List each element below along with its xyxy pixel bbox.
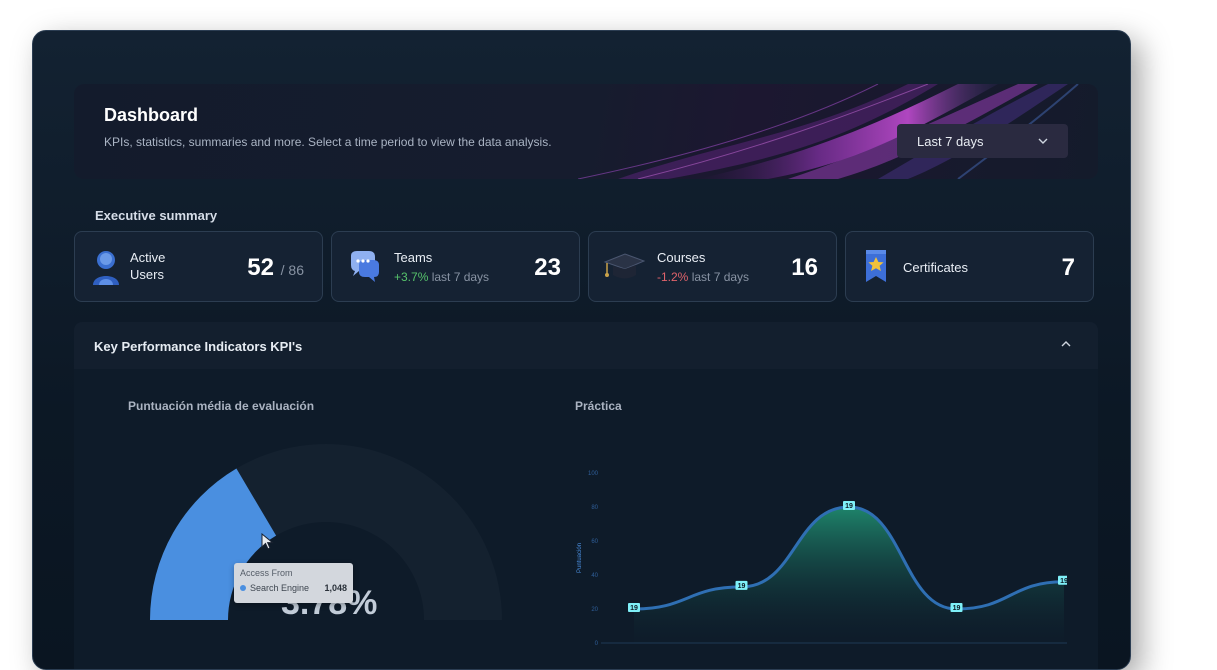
data-label: 19 bbox=[845, 503, 853, 510]
y-tick-label: 0 bbox=[595, 641, 599, 646]
chat-icon bbox=[351, 251, 379, 282]
courses-value: 16 bbox=[791, 254, 818, 281]
courses-name: Courses bbox=[657, 250, 706, 265]
period-select-value: Last 7 days bbox=[917, 133, 984, 149]
teams-delta: +3.7% last 7 days bbox=[394, 270, 490, 284]
kpi-panel-header[interactable]: Key Performance Indicators KPI's bbox=[74, 322, 1098, 369]
teams-value: 23 bbox=[534, 254, 561, 281]
active-users-card[interactable]: Active Users 52 / 86 bbox=[74, 231, 323, 302]
y-tick-label: 40 bbox=[591, 573, 598, 579]
teams-name: Teams bbox=[394, 250, 433, 265]
y-tick-label: 100 bbox=[588, 471, 599, 477]
practice-chart-title: Práctica bbox=[575, 399, 622, 413]
period-select[interactable]: Last 7 days bbox=[897, 124, 1068, 158]
card-name-line2: Users bbox=[130, 267, 164, 282]
series-dot-icon bbox=[240, 585, 246, 591]
practice-line-chart: Puntuación020406080100191919191916/05/20… bbox=[577, 471, 1067, 646]
tooltip-row: Search Engine 1,048 bbox=[240, 583, 347, 593]
y-axis-title: Puntuación bbox=[577, 543, 583, 573]
teams-card[interactable]: Teams +3.7% last 7 days 23 bbox=[331, 231, 580, 302]
tooltip-title: Access From bbox=[240, 568, 293, 578]
y-tick-label: 20 bbox=[591, 607, 598, 613]
data-label: 19 bbox=[630, 605, 638, 612]
active-users-total: / 86 bbox=[280, 262, 304, 278]
certificates-name: Certificates bbox=[903, 260, 969, 275]
gauge-tooltip: Access From Search Engine 1,048 bbox=[234, 563, 353, 603]
graduation-cap-icon bbox=[603, 253, 645, 279]
gauge-chart-title: Puntuación média de evaluación bbox=[128, 399, 315, 413]
chevron-up-icon[interactable] bbox=[1058, 336, 1074, 352]
y-tick-label: 80 bbox=[591, 505, 598, 511]
chevron-down-icon bbox=[1038, 138, 1048, 144]
active-users-value: 52 / 86 bbox=[247, 254, 304, 281]
ribbon-badge-icon bbox=[866, 250, 886, 282]
user-icon bbox=[93, 251, 119, 285]
data-label: 19 bbox=[738, 583, 746, 590]
card-name-line1: Active bbox=[130, 250, 166, 265]
data-label: 19 bbox=[1060, 578, 1067, 585]
data-label: 19 bbox=[953, 605, 961, 612]
mouse-cursor-icon bbox=[261, 533, 274, 550]
tooltip-value: 1,048 bbox=[324, 583, 347, 593]
y-tick-label: 60 bbox=[591, 539, 598, 545]
executive-summary-label: Executive summary bbox=[95, 208, 218, 223]
dashboard-window: Dashboard KPIs, statistics, summaries an… bbox=[32, 30, 1131, 670]
page-subtitle: KPIs, statistics, summaries and more. Se… bbox=[104, 135, 552, 149]
courses-delta: -1.2% last 7 days bbox=[657, 270, 750, 284]
certificates-value: 7 bbox=[1061, 254, 1075, 281]
tooltip-series: Search Engine bbox=[250, 583, 310, 593]
dashboard-header: Dashboard KPIs, statistics, summaries an… bbox=[74, 84, 1098, 179]
page-title: Dashboard bbox=[104, 105, 199, 125]
courses-card[interactable]: Courses -1.2% last 7 days 16 bbox=[588, 231, 837, 302]
certificates-card[interactable]: Certificates 7 bbox=[845, 231, 1094, 302]
kpi-panel-title: Key Performance Indicators KPI's bbox=[94, 339, 303, 354]
area-fill bbox=[634, 507, 1064, 643]
